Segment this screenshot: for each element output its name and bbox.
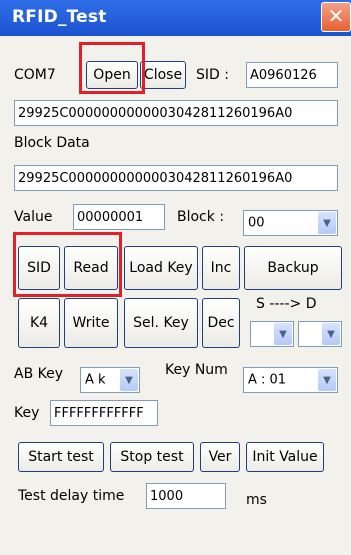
block-select-value: 00	[248, 215, 265, 231]
uid-field[interactable]: 29925C0000000000003042811260196A0	[14, 100, 338, 126]
chevron-down-icon[interactable]: ▼	[318, 212, 336, 234]
value-label: Value	[14, 209, 53, 225]
block-label: Block :	[177, 209, 225, 225]
read-button[interactable]: Read	[64, 246, 118, 290]
rfid-test-window: RFID_Test ✕ COM7 Open Close SID : A09601…	[0, 0, 351, 555]
transfer-label: S ----> D	[256, 296, 317, 312]
inc-button[interactable]: Inc	[202, 246, 240, 290]
sid-label: SID :	[196, 67, 229, 83]
write-button[interactable]: Write	[64, 298, 118, 348]
key-num-select[interactable]: A : 01 ▼	[243, 367, 338, 393]
ab-key-label: AB Key	[14, 366, 64, 382]
init-value-button[interactable]: Init Value	[246, 442, 324, 472]
block-select[interactable]: 00 ▼	[243, 210, 338, 236]
sid-button[interactable]: SID	[18, 246, 60, 290]
key-field[interactable]: FFFFFFFFFFFF	[50, 400, 158, 426]
ab-key-select[interactable]: A k ▼	[80, 367, 140, 393]
chevron-down-icon[interactable]: ▼	[120, 369, 138, 391]
block-data-field[interactable]: 29925C0000000000003042811260196A0	[14, 165, 338, 191]
backup-button[interactable]: Backup	[244, 246, 342, 290]
chevron-down-icon[interactable]: ▼	[318, 369, 336, 391]
window-title: RFID_Test	[12, 7, 107, 27]
transfer-dest-select[interactable]: ▼	[298, 321, 342, 347]
value-field[interactable]: 00000001	[73, 204, 165, 230]
key-num-label: Key Num	[165, 362, 228, 378]
com-port-label: COM7	[14, 67, 56, 83]
stop-test-button[interactable]: Stop test	[110, 442, 194, 472]
key-label: Key	[14, 405, 40, 421]
sid-field[interactable]: A0960126	[246, 62, 338, 88]
title-bar[interactable]: RFID_Test ✕	[0, 0, 351, 36]
key-num-value: A : 01	[248, 372, 287, 388]
sel-key-button[interactable]: Sel. Key	[124, 298, 198, 348]
ver-button[interactable]: Ver	[200, 442, 240, 472]
test-delay-field[interactable]: 1000	[146, 483, 226, 509]
start-test-button[interactable]: Start test	[18, 442, 104, 472]
ab-key-value: A k	[85, 372, 106, 388]
open-port-button[interactable]: Open	[86, 61, 138, 89]
close-port-button[interactable]: Close	[140, 61, 186, 89]
dec-button[interactable]: Dec	[202, 298, 240, 348]
chevron-down-icon[interactable]: ▼	[274, 323, 292, 345]
transfer-source-select[interactable]: ▼	[250, 321, 294, 347]
block-data-label: Block Data	[14, 135, 90, 151]
test-delay-unit: ms	[246, 492, 267, 508]
close-window-button[interactable]: ✕	[321, 2, 351, 32]
load-key-button[interactable]: Load Key	[124, 246, 198, 290]
chevron-down-icon[interactable]: ▼	[322, 323, 340, 345]
k4-button[interactable]: K4	[18, 298, 60, 348]
test-delay-label: Test delay time	[18, 488, 125, 504]
